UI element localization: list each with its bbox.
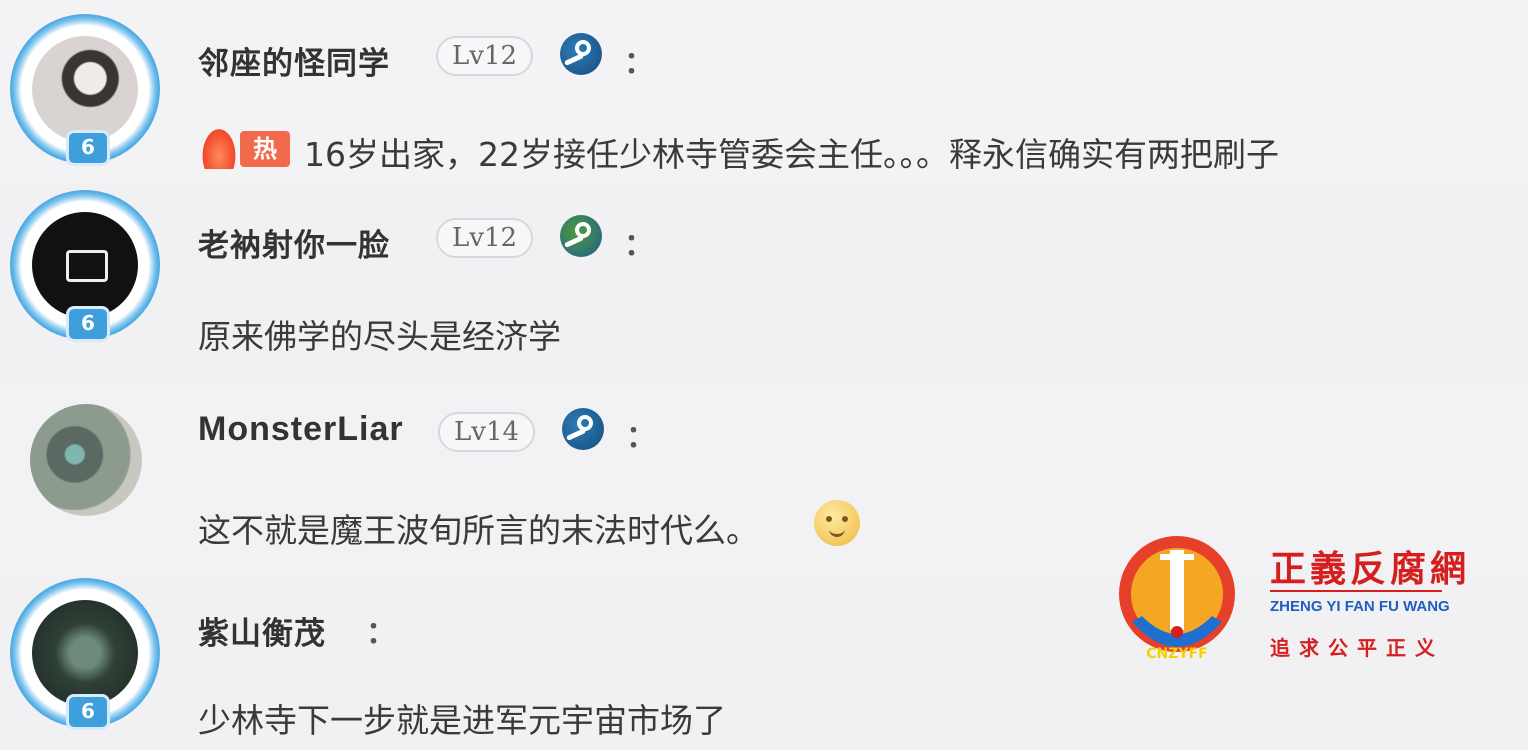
half-life-logo-icon: [66, 250, 108, 282]
comment-text: 16岁出家，22岁接任少林寺管委会主任。。。释永信确实有两把刷子: [304, 135, 1279, 174]
comment-text: 原来佛学的尽头是经济学: [198, 317, 561, 356]
watermark-logo-icon: CNZYFF: [1119, 536, 1235, 662]
steam-icon: [560, 33, 602, 75]
avatar-image: [30, 404, 142, 516]
username[interactable]: 紫山衡茂: [198, 608, 326, 653]
watermark-divider: [1270, 590, 1442, 592]
emoji-icon: [814, 500, 860, 546]
avatar[interactable]: 6: [10, 578, 160, 730]
level-badge: Lv12: [436, 218, 534, 258]
comment-text: 少林寺下一步就是进军元宇宙市场了: [198, 701, 726, 740]
steam-icon: [560, 215, 602, 257]
watermark-title: 正義反腐網: [1270, 548, 1471, 590]
hot-label: 热: [240, 131, 290, 167]
hot-badge: 热: [200, 125, 292, 169]
username[interactable]: 邻座的怪同学: [198, 38, 390, 83]
colon: ：: [366, 616, 396, 651]
avatar-level-badge: 6: [66, 306, 110, 342]
avatar-level-badge: 6: [66, 694, 110, 730]
watermark-pinyin: ZHENG YI FAN FU WANG: [1270, 598, 1450, 615]
comment-text: 这不就是魔王波旬所言的末法时代么。: [198, 511, 759, 550]
flame-icon: [200, 125, 238, 169]
comment-row: 6 邻座的怪同学 Lv12 ： 热 16岁出家，22岁接任少林寺管委会主任。。。…: [0, 0, 1528, 182]
colon: ：: [626, 420, 656, 455]
avatar-image: [32, 600, 138, 706]
avatar[interactable]: [30, 404, 142, 516]
username[interactable]: 老衲射你一脸: [198, 220, 390, 265]
steam-icon: [562, 408, 604, 450]
comment-row: 6 老衲射你一脸 Lv12 ： 原来佛学的尽头是经济学: [0, 182, 1528, 382]
watermark-slogan: 追求公平正义: [1270, 636, 1444, 660]
level-badge: Lv12: [436, 36, 534, 76]
avatar[interactable]: 6: [10, 14, 160, 166]
colon: ：: [624, 46, 654, 81]
watermark-logo-text: CNZYFF: [1146, 646, 1207, 662]
username[interactable]: MonsterLiar: [198, 410, 404, 449]
avatar-image: [32, 36, 138, 142]
colon: ：: [624, 228, 654, 263]
avatar[interactable]: 6: [10, 190, 160, 342]
avatar-level-badge: 6: [66, 130, 110, 166]
level-badge: Lv14: [438, 412, 536, 452]
avatar-image: [32, 212, 138, 318]
